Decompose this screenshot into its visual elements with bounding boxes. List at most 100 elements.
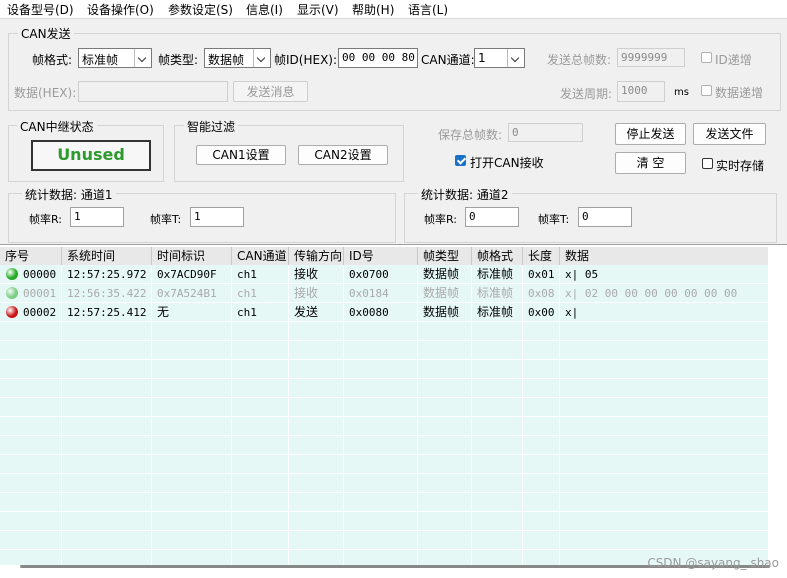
cell-timestamp: 0x7ACD90F: [157, 268, 217, 281]
frame-type-select[interactable]: 数据帧: [204, 48, 271, 68]
grid-hline: [0, 549, 768, 550]
send-message-button[interactable]: 发送消息: [233, 81, 308, 102]
header-timestamp[interactable]: 时间标识: [152, 247, 232, 265]
stop-send-button[interactable]: 停止发送: [615, 123, 686, 145]
table-row[interactable]: 00000 12:57:25.972 0x7ACD90F ch1 接收 0x0700 数据帧…: [0, 265, 768, 284]
header-direction[interactable]: 传输方向: [289, 247, 344, 265]
cell-length: 0x00: [528, 306, 555, 319]
table-row[interactable]: 00001 12:56:35.422 0x7A524B1 ch1 接收 0x0184 数据帧…: [0, 284, 768, 303]
stats1-rx-label: 帧率R:: [29, 213, 63, 226]
menu-info[interactable]: 信息(I): [246, 1, 283, 18]
can-channel-select[interactable]: 1: [474, 48, 525, 68]
send-period-unit: ms: [674, 87, 689, 98]
cell-length: 0x01: [528, 268, 555, 281]
can-send-title: CAN发送: [18, 25, 74, 42]
clear-button[interactable]: 清 空: [615, 152, 686, 174]
header-system-time[interactable]: 系统时间: [62, 247, 152, 265]
chevron-down-icon: [253, 49, 270, 67]
total-frames-label: 发送总帧数:: [547, 53, 612, 67]
cell-system-time: 12:56:35.422: [67, 287, 147, 300]
cell-frame-type: 数据帧: [423, 305, 460, 319]
realtime-save-checkbox[interactable]: [702, 158, 713, 169]
smart-filter-title: 智能过滤: [184, 118, 239, 135]
header-can-channel[interactable]: CAN通道: [232, 247, 289, 265]
data-hex-input[interactable]: [78, 81, 228, 102]
header-data[interactable]: 数据: [560, 247, 768, 265]
cell-can-channel: ch1: [237, 268, 257, 281]
menu-language[interactable]: 语言(L): [408, 1, 448, 18]
cell-id: 0x0700: [349, 268, 389, 281]
red-status-icon: [6, 306, 18, 318]
data-increment-checkbox[interactable]: [701, 85, 712, 96]
header-seq[interactable]: 序号: [0, 247, 62, 265]
grid-hline: [0, 435, 768, 436]
stats2-tx-value: 0: [578, 207, 632, 227]
cell-timestamp: 无: [157, 305, 170, 319]
cell-id: 0x0080: [349, 306, 389, 319]
grid-hline: [0, 378, 768, 379]
menu-help[interactable]: 帮助(H): [352, 1, 394, 18]
cell-frame-format: 标准帧: [477, 267, 514, 281]
can1-settings-button[interactable]: CAN1设置: [196, 145, 286, 165]
header-frame-type[interactable]: 帧类型: [418, 247, 472, 265]
menu-device-operation[interactable]: 设备操作(O): [87, 1, 154, 18]
id-increment-checkbox[interactable]: [701, 52, 712, 63]
saved-frames-input[interactable]: 0: [508, 123, 583, 142]
grid-hline: [0, 530, 768, 531]
data-hex-label: 数据(HEX):: [14, 86, 77, 100]
cell-system-time: 12:57:25.972: [67, 268, 147, 281]
stats2-rx-value: 0: [465, 207, 519, 227]
message-table[interactable]: 序号 系统时间 时间标识 CAN通道 传输方向 ID号 帧类型 帧格式 长度 数…: [0, 244, 787, 578]
grid-hline: [0, 397, 768, 398]
cell-seq: 00001: [23, 287, 57, 300]
frame-type-value: 数据帧: [208, 53, 245, 67]
menu-parameter-settings[interactable]: 参数设定(S): [168, 1, 233, 18]
frame-id-label: 帧ID(HEX):: [274, 53, 338, 67]
can2-settings-button[interactable]: CAN2设置: [298, 145, 388, 165]
header-frame-format[interactable]: 帧格式: [472, 247, 523, 265]
cell-frame-format: 标准帧: [477, 305, 514, 319]
send-period-input[interactable]: 1000: [617, 81, 665, 102]
table-header: 序号 系统时间 时间标识 CAN通道 传输方向 ID号 帧类型 帧格式 长度 数…: [0, 247, 768, 265]
stats2-tx-label: 帧率T:: [538, 213, 570, 226]
cell-timestamp: 0x7A524B1: [157, 287, 217, 300]
header-length[interactable]: 长度: [523, 247, 560, 265]
cell-direction: 接收: [294, 267, 319, 281]
grid-hline: [0, 511, 768, 512]
cell-system-time: 12:57:25.412: [67, 306, 147, 319]
stats-channel2-title: 统计数据: 通道2: [418, 186, 512, 203]
grid-hline: [0, 416, 768, 417]
stats-channel1-title: 统计数据: 通道1: [22, 186, 116, 203]
total-frames-input[interactable]: 9999999: [617, 48, 685, 67]
menu-display[interactable]: 显示(V): [297, 1, 339, 18]
menu-device-model[interactable]: 设备型号(D): [7, 1, 74, 18]
header-id[interactable]: ID号: [344, 247, 418, 265]
send-file-button[interactable]: 发送文件: [693, 123, 766, 145]
menu-bar: 设备型号(D) 设备操作(O) 参数设定(S) 信息(I) 显示(V) 帮助(H…: [0, 0, 787, 19]
green-status-icon: [6, 268, 18, 280]
frame-format-select[interactable]: 标准帧: [78, 48, 152, 68]
can-channel-label: CAN通道:: [421, 53, 475, 67]
send-period-label: 发送周期:: [560, 87, 613, 101]
table-row[interactable]: 00002 12:57:25.412 无 ch1 发送 0x0080 数据帧 标准帧 0x00 x…: [0, 303, 768, 322]
id-increment-label: ID递增: [715, 53, 752, 67]
grid-hline: [0, 454, 768, 455]
open-can-receive-checkbox[interactable]: [455, 155, 466, 166]
can-channel-value: 1: [478, 51, 486, 65]
stats1-rx-value: 1: [70, 207, 124, 227]
cell-frame-type: 数据帧: [423, 286, 460, 300]
cell-frame-format: 标准帧: [477, 286, 514, 300]
grid-hline: [0, 340, 768, 341]
cell-frame-type: 数据帧: [423, 267, 460, 281]
cell-data: x|: [565, 306, 579, 319]
cell-data: x| 05: [565, 268, 599, 281]
grid-hline: [0, 492, 768, 493]
stats1-tx-label: 帧率T:: [150, 213, 182, 226]
cell-seq: 00002: [23, 306, 57, 319]
frame-format-label: 帧格式:: [32, 53, 73, 67]
table-body: 00000 12:57:25.972 0x7ACD90F ch1 接收 0x0700 数据帧…: [0, 265, 768, 565]
cell-length: 0x08: [528, 287, 555, 300]
frame-id-input[interactable]: 00 00 00 80: [338, 48, 418, 68]
realtime-save-label: 实时存储: [716, 159, 765, 173]
grid-hline: [0, 473, 768, 474]
